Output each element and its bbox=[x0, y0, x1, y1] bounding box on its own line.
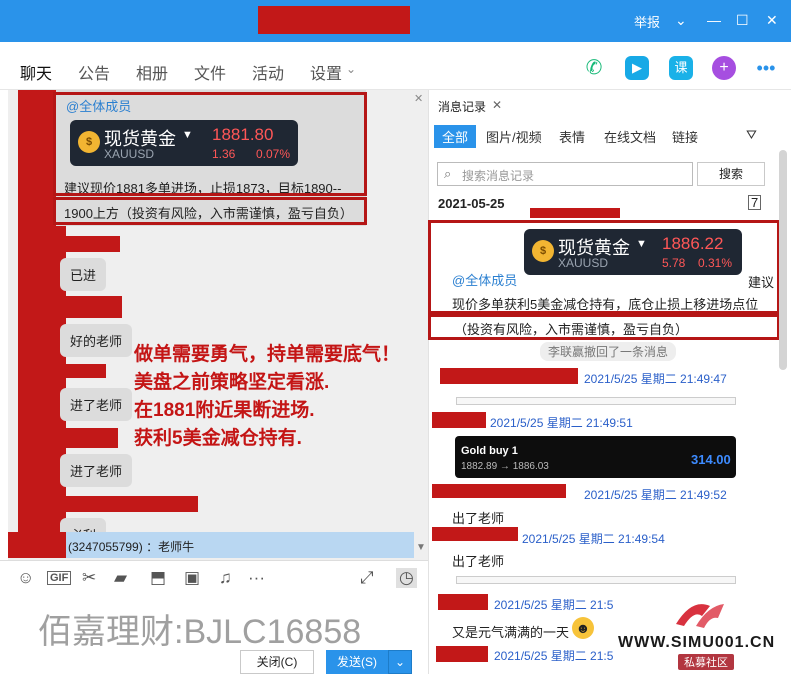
redacted-name bbox=[52, 236, 120, 252]
timestamp: 2021/5/25 星期二 21:49:47 bbox=[584, 372, 727, 386]
message-bubble: 进了老师 bbox=[60, 388, 133, 421]
history-message: 又是元气满满的一天 bbox=[452, 625, 570, 640]
tab-chat[interactable]: 聊天 bbox=[20, 60, 53, 96]
menu-chevron-icon[interactable]: ⌄ bbox=[675, 12, 687, 29]
overlay-line-3: 在1881附近果断进场. bbox=[134, 400, 315, 421]
image-icon[interactable]: ▣ bbox=[184, 568, 200, 588]
history-message: 出了老师 bbox=[452, 554, 505, 569]
history-search-input[interactable]: ⌕ 搜索消息记录 bbox=[437, 162, 693, 186]
expand-icon[interactable]: ⤢ bbox=[360, 568, 374, 588]
more-tools-icon[interactable]: ··· bbox=[248, 568, 265, 588]
site-url: WWW.SIMU001.CN bbox=[618, 634, 776, 651]
redacted-name bbox=[530, 208, 620, 218]
highlight-box-risk bbox=[53, 197, 367, 225]
maximize-icon[interactable]: ☐ bbox=[736, 12, 749, 29]
redacted-name bbox=[52, 428, 118, 448]
redacted-name bbox=[436, 646, 488, 662]
timestamp: 2021/5/25 星期二 21:49:52 bbox=[584, 488, 727, 502]
search-button[interactable]: 搜索 bbox=[697, 162, 765, 186]
filter-docs[interactable]: 在线文档 bbox=[604, 127, 656, 146]
overlay-line-2: 美盘之前策略坚定看涨. bbox=[134, 372, 330, 393]
close-history-icon[interactable]: ✕ bbox=[492, 98, 502, 112]
reply-preview-text: (3247055799) ：老师牛 bbox=[68, 540, 195, 554]
simu-logo-icon bbox=[672, 596, 728, 630]
recall-notice: 李联赢撤回了一条消息 bbox=[540, 342, 677, 361]
risk-line: （投资有风险，入市需谨慎，盈亏自负） bbox=[454, 322, 689, 337]
history-clock-icon[interactable]: ◷ bbox=[396, 568, 417, 588]
tab-announcement[interactable]: 公告 bbox=[78, 60, 110, 84]
pin-icon[interactable]: ⬒ bbox=[150, 568, 166, 588]
overlay-line-1: 做单需要勇气，持单需要底气！ bbox=[134, 344, 401, 365]
report-link[interactable]: 举报 bbox=[634, 12, 660, 31]
screenshot-thumbnail[interactable] bbox=[456, 576, 736, 584]
filter-all[interactable]: 全部 bbox=[434, 125, 477, 148]
redacted-name bbox=[52, 364, 106, 378]
search-icon: ⌕ bbox=[444, 166, 452, 181]
watermark-text: 佰嘉理财:BJLC16858 bbox=[38, 613, 362, 651]
emoji-icon[interactable]: ☺ bbox=[17, 568, 34, 588]
screenshot-thumbnail[interactable] bbox=[456, 397, 736, 405]
trade-prices: 1882.89 → 1886.03 bbox=[461, 461, 549, 472]
timestamp: 2021/5/25 星期二 21:5 bbox=[494, 598, 614, 612]
filter-links[interactable]: 链接 bbox=[672, 127, 698, 146]
tab-settings[interactable]: 设置 bbox=[310, 60, 342, 84]
search-placeholder: 搜索消息记录 bbox=[462, 169, 535, 183]
tab-activity[interactable]: 活动 bbox=[252, 60, 284, 84]
bell-icon[interactable]: ♫ bbox=[219, 568, 232, 588]
history-tab[interactable]: 消息记录 bbox=[438, 98, 486, 115]
trade-profit: 314.00 bbox=[691, 452, 731, 467]
title-bar: 举报 ⌄ — ☐ ✕ bbox=[0, 0, 791, 42]
trade-title: Gold buy 1 bbox=[461, 445, 518, 457]
close-icon[interactable]: ✕ bbox=[766, 12, 778, 29]
message-bubble: 好的老师 bbox=[60, 324, 133, 357]
redacted-name bbox=[438, 594, 488, 610]
phone-icon[interactable]: ✆ bbox=[582, 56, 606, 80]
timestamp: 2021/5/25 星期二 21:49:54 bbox=[522, 532, 665, 546]
scissors-icon[interactable]: ✂ bbox=[82, 568, 96, 588]
close-announcement-icon[interactable]: ✕ bbox=[414, 92, 423, 105]
filter-media[interactable]: 图片/视频 bbox=[486, 127, 542, 146]
settings-chevron-icon[interactable]: ⌄ bbox=[346, 62, 356, 76]
add-app-icon[interactable]: + bbox=[712, 56, 736, 80]
tab-files[interactable]: 文件 bbox=[194, 60, 226, 84]
redacted-name bbox=[52, 496, 198, 512]
redacted-name bbox=[440, 368, 578, 384]
more-icon[interactable]: ••• bbox=[754, 56, 778, 80]
highlight-box-quote bbox=[428, 220, 780, 314]
filter-funnel-icon[interactable]: ⛛ bbox=[746, 127, 757, 143]
tab-album[interactable]: 相册 bbox=[136, 60, 168, 84]
history-message: 出了老师 bbox=[452, 511, 505, 526]
filter-emoji[interactable]: 表情 bbox=[559, 127, 585, 146]
wink-emoji-icon: ☻ bbox=[572, 617, 594, 639]
redacted-name bbox=[432, 527, 518, 541]
reply-preview-bar[interactable]: (3247055799) ：老师牛 bbox=[8, 532, 414, 558]
timestamp: 2021/5/25 星期二 21:5 bbox=[494, 649, 614, 663]
redacted-group-name bbox=[258, 6, 410, 34]
send-options-chevron-icon[interactable]: ⌄ bbox=[388, 650, 412, 674]
gif-icon[interactable]: GIF bbox=[47, 571, 72, 585]
overlay-line-4: 获利5美金减仓持有. bbox=[134, 428, 302, 449]
minimize-icon[interactable]: — bbox=[707, 12, 721, 28]
history-scrollbar[interactable] bbox=[779, 150, 787, 370]
redacted-name bbox=[8, 532, 66, 558]
message-bubble: 进了老师 bbox=[60, 454, 133, 487]
calendar-icon[interactable]: 7 bbox=[748, 195, 762, 210]
chat-pane: @全体成员 $ 现货黄金 ▼ XAUUSD 1881.80 1.36 0.07%… bbox=[8, 90, 428, 560]
video-call-icon[interactable]: ▶ bbox=[625, 56, 649, 80]
site-tag: 私募社区 bbox=[678, 654, 734, 670]
redacted-name bbox=[432, 412, 486, 428]
redacted-name bbox=[432, 484, 566, 498]
timestamp: 2021/5/25 星期二 21:49:51 bbox=[490, 416, 633, 430]
send-button[interactable]: 发送(S) bbox=[326, 650, 388, 674]
class-icon[interactable]: 课 bbox=[669, 56, 693, 80]
scroll-down-icon[interactable]: ▼ bbox=[416, 542, 426, 553]
redacted-name bbox=[52, 296, 122, 318]
message-bubble: 已进 bbox=[60, 258, 107, 291]
highlight-box-quote bbox=[53, 92, 367, 196]
close-button[interactable]: 关闭(C) bbox=[240, 650, 314, 674]
history-date: 2021-05-25 bbox=[438, 196, 505, 211]
folder-icon[interactable]: ▰ bbox=[114, 568, 127, 588]
trade-card[interactable]: Gold buy 1 1882.89 → 1886.03 314.00 bbox=[455, 436, 736, 478]
